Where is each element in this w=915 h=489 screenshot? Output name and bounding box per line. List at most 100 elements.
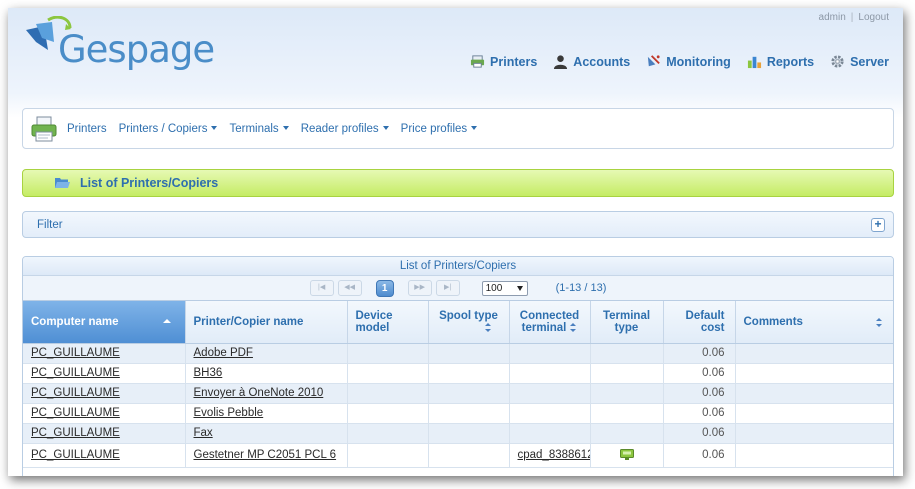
chevron-down-icon	[382, 126, 389, 131]
page-size-select[interactable]: 100	[481, 280, 528, 296]
cell-comments	[735, 343, 893, 364]
cell-printer[interactable]: Adobe PDF	[185, 343, 348, 364]
first-page-button[interactable]: |◀	[309, 280, 334, 296]
nav-printers-label: Printers	[490, 54, 538, 69]
subnav-reader-profiles[interactable]: Reader profiles	[301, 123, 389, 135]
nav-reports[interactable]: Reports	[747, 54, 814, 69]
col-spool-type-label: Spool type	[439, 309, 498, 322]
cell-terminal	[509, 343, 591, 364]
main-nav: Printers Accounts Monitoring Reports Ser…	[470, 54, 889, 69]
cell-model	[347, 403, 429, 424]
logout-link[interactable]: Logout	[858, 12, 889, 23]
cell-printer[interactable]: Envoyer à OneNote 2010	[185, 383, 348, 404]
cell-terminal	[509, 383, 591, 404]
nav-server[interactable]: Server	[830, 54, 889, 69]
cell-cost: 0.06	[663, 343, 736, 364]
cell-computer[interactable]: PC_GUILLAUME	[23, 443, 186, 468]
cell-computer[interactable]: PC_GUILLAUME	[23, 363, 186, 384]
col-default-cost[interactable]: Default cost	[663, 301, 736, 344]
col-comments[interactable]: Comments	[735, 301, 893, 344]
cell-comments	[735, 383, 893, 404]
table-row[interactable]: PC_GUILLAUME Gestetner MP C2051 PCL 6 cp…	[23, 443, 893, 468]
prev-page-button[interactable]: ◀◀	[337, 280, 362, 296]
nav-accounts-label: Accounts	[573, 54, 631, 69]
nav-server-label: Server	[850, 54, 889, 69]
cell-printer[interactable]: Fax	[185, 423, 348, 444]
filter-panel[interactable]: Filter +	[22, 211, 894, 238]
subnav-printers-copiers[interactable]: Printers / Copiers	[119, 123, 218, 135]
col-connected-terminal[interactable]: Connected terminal	[509, 301, 591, 344]
nav-monitoring[interactable]: Monitoring	[646, 54, 731, 69]
subnav-reader-profiles-label: Reader profiles	[300, 122, 379, 135]
cell-comments	[735, 423, 893, 444]
col-default-cost-label: Default cost	[685, 309, 725, 334]
cell-computer[interactable]: PC_GUILLAUME	[23, 383, 186, 404]
col-computer-name-label: Computer name	[31, 315, 119, 328]
subnav-terminals[interactable]: Terminals	[229, 123, 289, 135]
cell-printer[interactable]: Evolis Pebble	[185, 403, 348, 424]
next-page-button[interactable]: ▶▶	[407, 280, 432, 296]
cell-computer[interactable]: PC_GUILLAUME	[23, 343, 186, 364]
cell-terminal-type	[590, 423, 664, 444]
chevron-down-icon	[471, 126, 478, 131]
satellite-icon	[648, 55, 661, 67]
cell-printer[interactable]: BH36	[185, 363, 348, 384]
cell-spool	[428, 443, 510, 468]
sort-icon	[485, 323, 492, 333]
table-header-row: Computer name Printer/Copier name Device…	[23, 301, 893, 344]
cell-comments	[735, 403, 893, 424]
chevron-down-icon	[211, 126, 218, 131]
table-row[interactable]: PC_GUILLAUME Envoyer à OneNote 2010 0.06	[23, 383, 893, 404]
col-comments-label: Comments	[743, 315, 803, 328]
cell-computer[interactable]: PC_GUILLAUME	[23, 403, 186, 424]
col-device-model[interactable]: Device model	[347, 301, 429, 344]
sort-icon	[570, 323, 577, 333]
page-size-value: 100	[485, 282, 503, 294]
table-row[interactable]: PC_GUILLAUME BH36 0.06	[23, 363, 893, 384]
terminal-device-icon	[619, 449, 634, 461]
nav-reports-label: Reports	[766, 54, 815, 69]
printers-grid: List of Printers/Copiers |◀ ◀◀ 1 ▶▶ ▶| 1…	[22, 256, 894, 476]
nav-printers[interactable]: Printers	[470, 54, 537, 69]
col-computer-name[interactable]: Computer name	[23, 301, 186, 344]
username-link[interactable]: admin	[819, 12, 846, 23]
cell-cost: 0.06	[663, 403, 736, 424]
last-page-button[interactable]: ▶|	[435, 280, 460, 296]
subnav-printers[interactable]: Printers	[67, 123, 107, 135]
col-terminal-type[interactable]: Terminal type	[590, 301, 664, 344]
cell-comments	[735, 443, 893, 468]
cell-model	[347, 343, 429, 364]
dropdown-arrow-icon	[516, 285, 523, 291]
cell-terminal-type	[590, 403, 664, 424]
gear-icon	[831, 55, 844, 68]
printers-table: Computer name Printer/Copier name Device…	[23, 301, 893, 468]
grid-pager: |◀ ◀◀ 1 ▶▶ ▶| 100 (1-13 / 13)	[23, 276, 893, 301]
gespage-logo[interactable]: Gespage	[22, 14, 215, 78]
section-title-bar: List of Printers/Copiers	[22, 169, 894, 197]
section-title: List of Printers/Copiers	[80, 176, 219, 190]
cell-terminal	[509, 363, 591, 384]
subnav-price-profiles[interactable]: Price profiles	[400, 122, 478, 135]
nav-accounts[interactable]: Accounts	[553, 54, 630, 69]
cell-terminal-type	[590, 383, 664, 404]
cell-terminal[interactable]: cpad_8388612	[509, 443, 591, 468]
subnav-price-profiles-label: Price profiles	[400, 122, 468, 135]
cell-cost: 0.06	[663, 383, 736, 404]
table-row[interactable]: PC_GUILLAUME Fax 0.06	[23, 423, 893, 444]
cell-spool	[428, 343, 510, 364]
cell-terminal-type	[590, 363, 664, 384]
table-row[interactable]: PC_GUILLAUME Adobe PDF 0.06	[23, 343, 893, 364]
col-spool-type[interactable]: Spool type	[428, 301, 510, 344]
cell-terminal	[509, 423, 591, 444]
expand-filter-button[interactable]: +	[871, 218, 885, 232]
app-window: admin | Logout Gespage Printers Accounts M…	[8, 8, 903, 476]
cell-computer[interactable]: PC_GUILLAUME	[23, 423, 186, 444]
col-printer-name[interactable]: Printer/Copier name	[185, 301, 348, 344]
cell-model	[347, 423, 429, 444]
printer-icon	[470, 55, 485, 68]
cell-printer[interactable]: Gestetner MP C2051 PCL 6	[185, 443, 348, 468]
printer-large-icon	[31, 116, 57, 141]
table-row[interactable]: PC_GUILLAUME Evolis Pebble 0.06	[23, 403, 893, 424]
current-page-button[interactable]: 1	[375, 279, 394, 297]
col-terminal-type-label: Terminal type	[602, 309, 651, 334]
